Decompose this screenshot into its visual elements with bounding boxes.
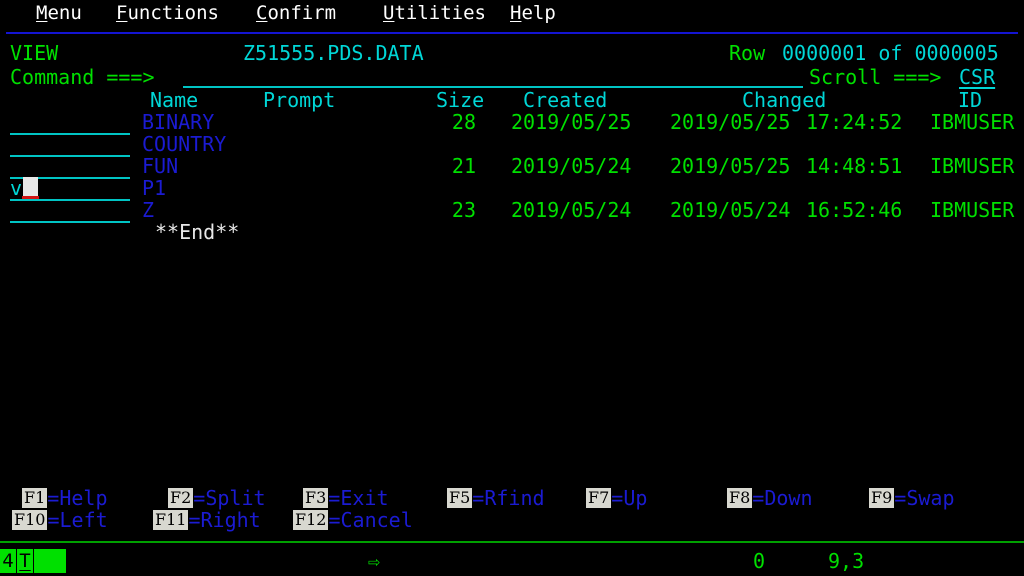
member-name-1[interactable]: COUNTRY	[142, 133, 226, 155]
member-changed-date-4: 2019/05/24	[670, 198, 791, 222]
menu-mnemonic-functions: F	[116, 2, 128, 24]
member-changed-time-4: 16:52:46	[806, 198, 903, 222]
pfkey-f12[interactable]: F12 =Cancel	[293, 509, 413, 532]
column-header-changed: Changed	[742, 88, 827, 112]
select-field-underline	[10, 155, 130, 157]
menu-mnemonic-confirm: C	[256, 2, 268, 24]
pfkey-badge-f8: F8	[727, 488, 753, 508]
command-label: Command ===>	[10, 65, 155, 89]
field-count-indicator: 0	[753, 549, 766, 573]
pfkey-label-f7: =Up	[611, 486, 648, 510]
pfkey-badge-f9: F9	[869, 488, 895, 508]
menu-separator-rule	[6, 32, 1018, 34]
pfkey-badge-f12: F12	[293, 510, 329, 530]
dataset-name: Z51555.PDS.DATA	[243, 41, 424, 65]
member-id-4: IBMUSER	[930, 198, 1015, 222]
cursor-position-indicator: 9,3	[828, 549, 865, 573]
member-name-0[interactable]: BINARY	[142, 111, 214, 133]
pfkey-badge-f11: F11	[153, 510, 189, 530]
terminal-screen: Menu Functions Confirm Utilities Help VI…	[0, 0, 1024, 576]
terminal-mode-indicator: T	[17, 549, 33, 573]
pfkey-f11[interactable]: F11 =Right	[153, 509, 261, 532]
member-changed-time-0: 17:24:52	[806, 110, 903, 134]
row-counter: 0000001 of 0000005	[782, 41, 999, 65]
pfkey-badge-f1: F1	[22, 488, 48, 508]
input-inhibit-arrow-icon: ⇨	[368, 549, 381, 573]
pfkey-label-f11: =Right	[188, 508, 261, 532]
member-size-4: 23	[451, 198, 476, 222]
text-cursor-underline	[22, 196, 39, 199]
column-header-prompt: Prompt	[263, 88, 336, 112]
member-created-0: 2019/05/25	[511, 110, 632, 134]
member-id-0: IBMUSER	[930, 110, 1015, 134]
row-label: Row	[729, 41, 766, 65]
menu-item-menu[interactable]: Menu	[36, 0, 82, 26]
pfkey-f10[interactable]: F10 =Left	[12, 509, 108, 532]
pfkey-f8[interactable]: F8 =Down	[727, 487, 813, 510]
column-header-name: Name	[150, 88, 199, 112]
select-field-underline	[10, 221, 130, 223]
column-header-created: Created	[523, 88, 608, 112]
column-header-size: Size	[436, 88, 485, 112]
menu-item-confirm[interactable]: Confirm	[256, 0, 336, 26]
pfkey-label-f9: =Swap	[894, 486, 955, 510]
menu-mnemonic-utilities: U	[383, 2, 395, 24]
select-field-underline	[10, 199, 130, 201]
member-changed-date-2: 2019/05/25	[670, 154, 791, 178]
menu-label-help: elp	[521, 2, 556, 24]
pfkey-f2[interactable]: F2 =Split	[168, 487, 266, 510]
member-created-4: 2019/05/24	[511, 198, 632, 222]
menu-item-help[interactable]: Help	[510, 0, 556, 26]
menu-item-functions[interactable]: Functions	[116, 0, 219, 26]
member-size-2: 21	[451, 154, 476, 178]
menu-mnemonic-help: H	[510, 2, 522, 24]
member-created-2: 2019/05/24	[511, 154, 632, 178]
pfkey-badge-f3: F3	[303, 488, 329, 508]
select-field-3[interactable]: v	[10, 177, 22, 199]
member-changed-date-0: 2019/05/25	[670, 110, 791, 134]
pfkey-f3[interactable]: F3 =Exit	[303, 487, 389, 510]
member-name-2[interactable]: FUN	[142, 155, 178, 177]
select-field-underline	[10, 133, 130, 135]
pfkey-f9[interactable]: F9 =Swap	[869, 487, 955, 510]
member-size-0: 28	[451, 110, 476, 134]
pfkey-f5[interactable]: F5 =Rfind	[447, 487, 545, 510]
pfkey-label-f10: =Left	[47, 508, 108, 532]
member-name-3[interactable]: P1	[142, 177, 166, 199]
screen-name: VIEW	[10, 41, 59, 65]
status-bar-rule	[0, 541, 1024, 543]
status-block-filler	[34, 549, 66, 573]
menu-label-utilities: tilities	[394, 2, 486, 24]
pfkey-f1[interactable]: F1 =Help	[22, 487, 108, 510]
scroll-input[interactable]: CSR	[959, 66, 995, 88]
pfkey-badge-f2: F2	[168, 488, 194, 508]
pfkey-f7[interactable]: F7 =Up	[586, 487, 647, 510]
member-changed-time-2: 14:48:51	[806, 154, 903, 178]
menu-label-functions: unctions	[127, 2, 219, 24]
scroll-label: Scroll ===>	[809, 65, 942, 89]
pfkey-label-f1: =Help	[47, 486, 108, 510]
pfkey-badge-f5: F5	[447, 488, 473, 508]
pfkey-label-f8: =Down	[752, 486, 813, 510]
menu-label-confirm: onfirm	[267, 2, 337, 24]
pfkey-label-f3: =Exit	[328, 486, 389, 510]
menu-mnemonic-menu: M	[36, 2, 48, 24]
end-of-list-marker: **End**	[155, 220, 240, 244]
pfkey-badge-f10: F10	[12, 510, 48, 530]
pfkey-label-f2: =Split	[193, 486, 266, 510]
member-name-4[interactable]: Z	[142, 199, 154, 221]
menu-label-menu: enu	[47, 2, 82, 24]
column-header-id: ID	[958, 88, 983, 112]
pfkey-label-f5: =Rfind	[472, 486, 545, 510]
pfkey-label-f12: =Cancel	[328, 508, 413, 532]
menu-bar: Menu Functions Confirm Utilities Help	[0, 0, 1024, 28]
pfkey-badge-f7: F7	[586, 488, 612, 508]
member-id-2: IBMUSER	[930, 154, 1015, 178]
connection-indicator: 4	[0, 549, 16, 573]
menu-item-utilities[interactable]: Utilities	[383, 0, 486, 26]
